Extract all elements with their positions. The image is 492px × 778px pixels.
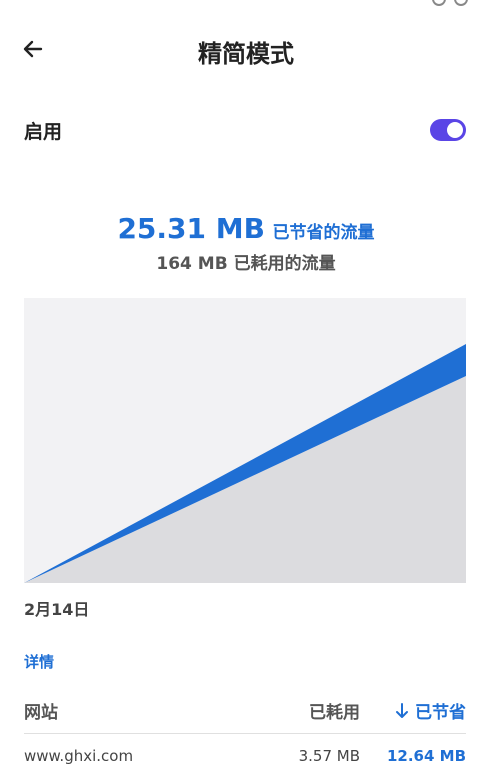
chart-x-label: 2月14日 — [24, 600, 90, 619]
column-header-used[interactable]: 已耗用 — [309, 698, 360, 723]
column-header-saved[interactable]: 已节省 — [395, 698, 466, 723]
row-used: 3.57 MB — [298, 747, 360, 765]
table-divider — [24, 733, 466, 734]
row-saved: 12.64 MB — [386, 747, 466, 765]
used-summary: 164 MB 已耗用的流量 — [156, 254, 336, 274]
data-stats: 25.31 MB 已节省的流量 164 MB 已耗用的流量 — [0, 212, 492, 274]
table-row[interactable]: www.ghxi.com 3.57 MB 12.64 MB — [24, 747, 466, 771]
row-site: www.ghxi.com — [24, 747, 134, 765]
enable-setting-row[interactable]: 启用 — [24, 110, 466, 150]
usage-chart — [24, 298, 466, 583]
status-icon — [432, 0, 446, 6]
saved-value: 25.31 MB — [117, 212, 265, 245]
column-header-site[interactable]: 网站 — [24, 698, 58, 723]
saved-label: 已节省的流量 — [272, 223, 375, 243]
status-icon — [454, 0, 468, 6]
arrow-down-icon — [396, 702, 408, 718]
status-bar — [0, 0, 492, 8]
status-icons — [432, 0, 468, 6]
toggle-knob — [447, 122, 463, 138]
details-section-label: 详情 — [24, 653, 55, 671]
column-header-saved-label: 已节省 — [415, 703, 466, 723]
app-header: 精简模式 — [0, 22, 492, 74]
page-title: 精简模式 — [198, 40, 294, 68]
enable-label: 启用 — [24, 120, 63, 143]
enable-toggle[interactable] — [430, 119, 466, 141]
table-header: 网站 已耗用 已节省 — [24, 698, 466, 726]
saved-summary: 25.31 MB 已节省的流量 — [0, 212, 492, 245]
